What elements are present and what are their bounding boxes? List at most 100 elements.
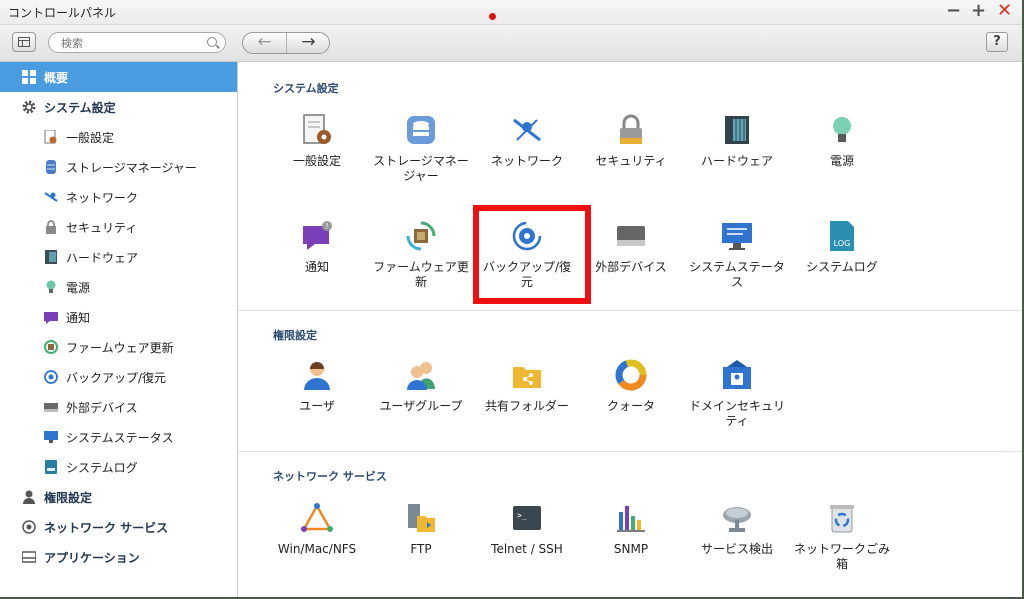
privilege-settings-section: 権限設定 ユーザ ユーザグループ 共有フォルダー クォータ ドメインセキュリティ — [238, 311, 1022, 452]
sidebar-item-label: 権限設定 — [44, 491, 93, 505]
network-icon — [511, 114, 543, 146]
svg-text:!: ! — [325, 222, 328, 231]
sidebar-item-hardware[interactable]: ハードウェア — [0, 242, 237, 272]
sidebar-item-label: 概要 — [44, 71, 69, 85]
main-panel: システム設定 一般設定 ストレージマネージャー ネットワーク セキュリティ ハー… — [238, 62, 1022, 597]
svg-text:LOG: LOG — [834, 239, 851, 248]
bulb-icon — [44, 280, 58, 294]
quota-icon — [615, 359, 647, 391]
tile-label: ファームウェア更新 — [373, 260, 469, 289]
general-settings-icon — [44, 130, 58, 144]
search-input[interactable] — [59, 35, 203, 52]
monitor-icon — [721, 220, 753, 252]
globe-icon — [22, 520, 36, 534]
sidebar-item-label: システムステータス — [66, 431, 174, 445]
back-button[interactable]: ← — [243, 33, 287, 53]
sidebar-item-backup-restore[interactable]: バックアップ/復元 — [0, 362, 237, 392]
tile-label: システムステータス — [689, 260, 785, 289]
notification-icon — [44, 310, 58, 324]
toolbar: ← → ? — [0, 25, 1022, 62]
maximize-button[interactable]: + — [971, 1, 986, 21]
search-icon[interactable] — [207, 37, 217, 47]
sidebar-item-label: ファームウェア更新 — [66, 341, 174, 355]
ftp-icon — [405, 502, 437, 534]
monitor-icon — [44, 430, 58, 444]
storage-icon — [405, 114, 437, 146]
tile-label: ストレージマネージャー — [373, 154, 469, 183]
backup-icon — [511, 220, 543, 252]
svg-text:>_: >_ — [517, 511, 527, 520]
log-icon: LOG — [826, 220, 858, 252]
sidebar-toggle-button[interactable] — [12, 32, 36, 52]
satellite-dish-icon — [721, 502, 753, 534]
storage-icon — [44, 160, 58, 174]
section-title: 権限設定 — [273, 329, 317, 342]
tile-label: 共有フォルダー — [484, 399, 569, 413]
minimize-button[interactable]: − — [946, 1, 961, 21]
network-icon — [44, 190, 58, 204]
forward-button[interactable]: → — [287, 33, 329, 53]
sidebar-item-label: 電源 — [66, 281, 91, 295]
bar-chart-icon — [615, 502, 647, 534]
sidebar-item-general-settings[interactable]: 一般設定 — [0, 122, 237, 152]
sidebar-item-system-log[interactable]: システムログ — [0, 452, 237, 482]
general-settings-icon — [301, 114, 333, 146]
tile-label: 電源 — [829, 154, 854, 168]
sidebar-item-label: システム設定 — [44, 101, 116, 115]
title-bar: コントロールパネル − + ✕ — [0, 0, 1022, 25]
sidebar-item-storage-manager[interactable]: ストレージマネージャー — [0, 152, 237, 182]
tile-label: 一般設定 — [292, 154, 341, 168]
sidebar-item-label: システムログ — [66, 461, 138, 475]
domain-security-icon — [721, 359, 753, 391]
close-button[interactable]: ✕ — [997, 1, 1012, 21]
tile-label: ドメインセキュリティ — [688, 399, 785, 428]
sidebar-item-label: ストレージマネージャー — [66, 161, 197, 175]
sidebar-item-security[interactable]: セキュリティ — [0, 212, 237, 242]
sidebar-item-overview[interactable]: 概要 — [0, 62, 237, 92]
sidebar-item-system-settings[interactable]: システム設定 — [0, 92, 237, 122]
sidebar-item-notification[interactable]: 通知 — [0, 302, 237, 332]
sidebar-item-applications[interactable]: アプリケーション — [0, 542, 237, 572]
sidebar-item-privilege-settings[interactable]: 権限設定 — [0, 482, 237, 512]
tile-label: Win/Mac/NFS — [277, 542, 357, 556]
tile-label: Telnet / SSH — [491, 542, 563, 556]
sidebar: 概要 システム設定 一般設定 ストレージマネージャー ネットワーク セキュリティ… — [0, 62, 238, 597]
sidebar-item-network-services[interactable]: ネットワーク サービス — [0, 512, 237, 542]
firmware-icon — [44, 340, 58, 354]
tile-label: ネットワーク — [490, 154, 563, 168]
tile-label: ユーザグループ — [379, 399, 463, 413]
help-button[interactable]: ? — [986, 32, 1008, 52]
system-settings-section: システム設定 一般設定 ストレージマネージャー ネットワーク セキュリティ ハー… — [238, 62, 1022, 311]
sidebar-item-network[interactable]: ネットワーク — [0, 182, 237, 212]
backup-icon — [44, 370, 58, 384]
tile-label: セキュリティ — [595, 154, 667, 168]
tile-label: FTP — [410, 542, 432, 556]
lock-icon — [44, 220, 58, 234]
recycle-bin-icon — [826, 502, 858, 534]
terminal-icon: >_ — [511, 502, 543, 534]
tile-label: ネットワークごみ箱 — [793, 542, 890, 571]
sidebar-item-system-status[interactable]: システムステータス — [0, 422, 237, 452]
notification-icon: ! — [301, 220, 333, 252]
control-panel-window: コントロールパネル − + ✕ ← → ? 概要 シ — [0, 0, 1022, 597]
user-group-icon — [405, 359, 437, 391]
sidebar-item-label: 一般設定 — [66, 131, 115, 145]
log-icon — [44, 460, 58, 474]
tile-label: 外部デバイス — [595, 260, 667, 274]
tile-label: SNMP — [613, 542, 649, 556]
grid-icon — [22, 70, 36, 84]
sidebar-item-external-device[interactable]: 外部デバイス — [0, 392, 237, 422]
sidebar-item-power[interactable]: 電源 — [0, 272, 237, 302]
firmware-icon — [405, 220, 437, 252]
tile-label: サービス検出 — [700, 542, 773, 556]
tile-label: ユーザ — [299, 399, 335, 413]
tile-label: 通知 — [304, 260, 329, 274]
tile-label: クォータ — [606, 399, 655, 413]
sidebar-item-label: ネットワーク — [66, 191, 139, 205]
red-dot-indicator — [489, 13, 496, 20]
section-title: ネットワーク サービス — [273, 470, 387, 483]
gear-icon — [22, 100, 36, 114]
sidebar-item-firmware-update[interactable]: ファームウェア更新 — [0, 332, 237, 362]
search-box[interactable] — [48, 32, 226, 53]
external-device-icon — [44, 400, 58, 414]
